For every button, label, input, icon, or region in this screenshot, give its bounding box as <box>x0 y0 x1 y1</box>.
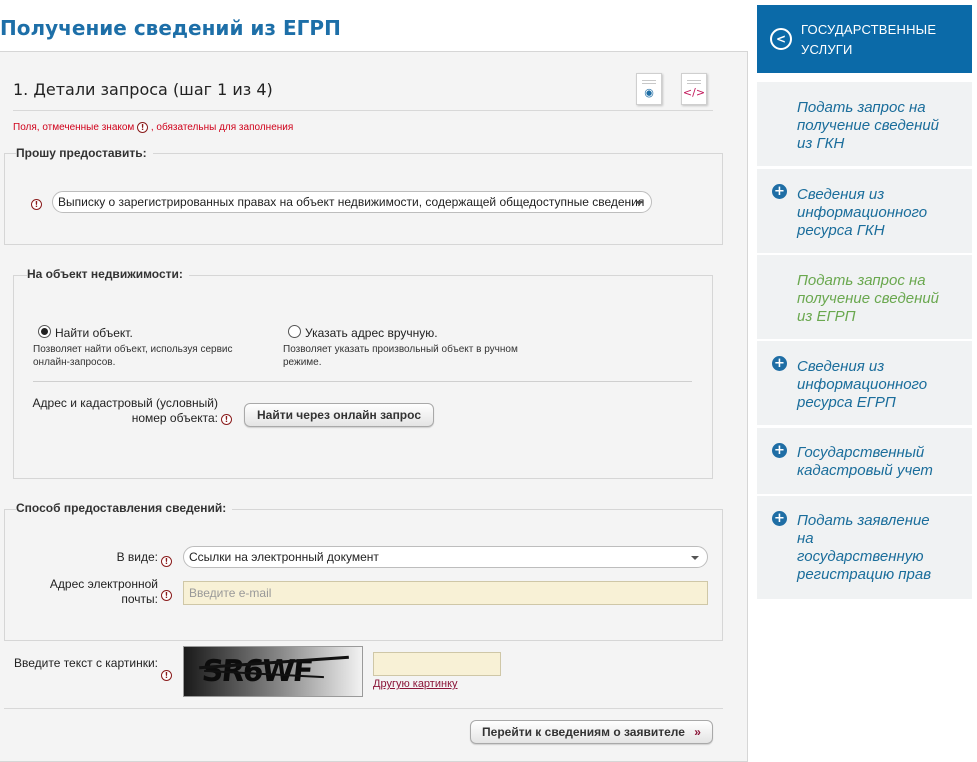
required-icon: ! <box>221 414 232 425</box>
back-arrow-icon[interactable]: < <box>770 28 792 50</box>
email-label: Адрес электронной почты: <box>49 577 158 606</box>
code-document-icon: </> <box>682 86 706 99</box>
plus-circle-icon[interactable]: + <box>772 443 787 458</box>
sidebar-item-registration[interactable]: + Подать заявление на государственную ре… <box>757 496 972 599</box>
delivery-legend: Способ предоставления сведений: <box>16 501 233 515</box>
sidebar-item-label[interactable]: Подать запрос на получение сведений из Г… <box>797 99 939 153</box>
manual-address-label[interactable]: Указать адрес вручную. <box>305 326 438 340</box>
required-icon: ! <box>161 670 172 681</box>
request-type-value: Выписку о зарегистрированных правах на о… <box>58 195 645 209</box>
double-chevron-right-icon: » <box>694 725 701 739</box>
next-step-button[interactable]: Перейти к сведениям о заявителе » <box>470 720 713 744</box>
address-label: Адрес и кадастровый (условный) номер объ… <box>32 396 218 425</box>
view-label: В виде: <box>116 550 158 564</box>
plus-circle-icon[interactable]: + <box>772 356 787 371</box>
sidebar-item-cadastral[interactable]: + Государственный кадастровый учет <box>757 428 972 494</box>
captcha-label: Введите текст с картинки: <box>13 656 158 670</box>
chevron-down-icon <box>635 201 643 205</box>
chevron-down-icon <box>691 556 699 560</box>
sidebar-item-label-active[interactable]: Подать запрос на получение сведений из Е… <box>797 272 939 326</box>
required-note: Поля, отмеченные знаком ! , обязательны … <box>13 122 294 134</box>
divider <box>33 381 692 382</box>
plus-circle-icon[interactable]: + <box>772 184 787 199</box>
code-document-button[interactable]: </> <box>681 73 707 105</box>
required-icon: ! <box>137 122 149 133</box>
find-object-radio[interactable] <box>38 325 51 338</box>
sidebar-item-info-egrp[interactable]: + Сведения из информационного ресурса ЕГ… <box>757 341 972 425</box>
captcha-image: SR6WF <box>183 646 363 697</box>
sidebar-item-request-gkn[interactable]: Подать запрос на получение сведений из Г… <box>757 82 972 166</box>
object-legend: На объект недвижимости: <box>27 267 189 281</box>
sidebar-title: ГОСУДАРСТВЕННЫЕ УСЛУГИ <box>801 22 937 57</box>
manual-address-desc: Позволяет указать произвольный объект в … <box>283 344 518 368</box>
delivery-fieldset <box>4 509 723 641</box>
eye-document-icon: ◉ <box>644 86 654 99</box>
find-object-desc: Позволяет найти объект, используя сервис… <box>33 344 233 368</box>
sidebar-item-label[interactable]: Государственный кадастровый учет <box>797 444 933 480</box>
manual-address-radio[interactable] <box>288 325 301 338</box>
sidebar-header[interactable]: < ГОСУДАРСТВЕННЫЕ УСЛУГИ <box>757 5 972 73</box>
required-icon: ! <box>161 556 172 567</box>
sidebar-item-label[interactable]: Сведения из информационного ресурса ЕГРП <box>797 358 927 412</box>
delivery-format-select[interactable]: Ссылки на электронный документ <box>183 546 708 568</box>
sidebar-item-request-egrp[interactable]: Подать запрос на получение сведений из Е… <box>757 255 972 339</box>
email-placeholder: Введите e-mail <box>189 586 272 600</box>
delivery-format-value: Ссылки на электронный документ <box>189 550 379 564</box>
request-legend: Прошу предоставить: <box>16 146 153 160</box>
email-field[interactable]: Введите e-mail <box>183 581 708 605</box>
find-object-label[interactable]: Найти объект. <box>55 326 133 340</box>
request-type-select[interactable]: Выписку о зарегистрированных правах на о… <box>52 191 652 213</box>
sidebar-item-info-gkn[interactable]: + Сведения из информационного ресурса ГК… <box>757 169 972 253</box>
sidebar-item-label[interactable]: Подать заявление на государственную реги… <box>797 512 931 584</box>
required-icon: ! <box>31 199 42 210</box>
required-icon: ! <box>161 590 172 601</box>
step-title: 1. Детали запроса (шаг 1 из 4) <box>13 80 273 99</box>
divider <box>13 110 713 111</box>
preview-document-button[interactable]: ◉ <box>636 73 662 105</box>
object-fieldset <box>13 275 713 479</box>
other-captcha-link[interactable]: Другую картинку <box>373 678 458 690</box>
captcha-input[interactable] <box>373 652 501 676</box>
find-online-button[interactable]: Найти через онлайн запрос <box>244 403 434 427</box>
plus-circle-icon[interactable]: + <box>772 511 787 526</box>
divider <box>4 708 723 709</box>
sidebar-item-label[interactable]: Сведения из информационного ресурса ГКН <box>797 186 927 240</box>
page-title: Получение сведений из ЕГРП <box>0 16 341 40</box>
